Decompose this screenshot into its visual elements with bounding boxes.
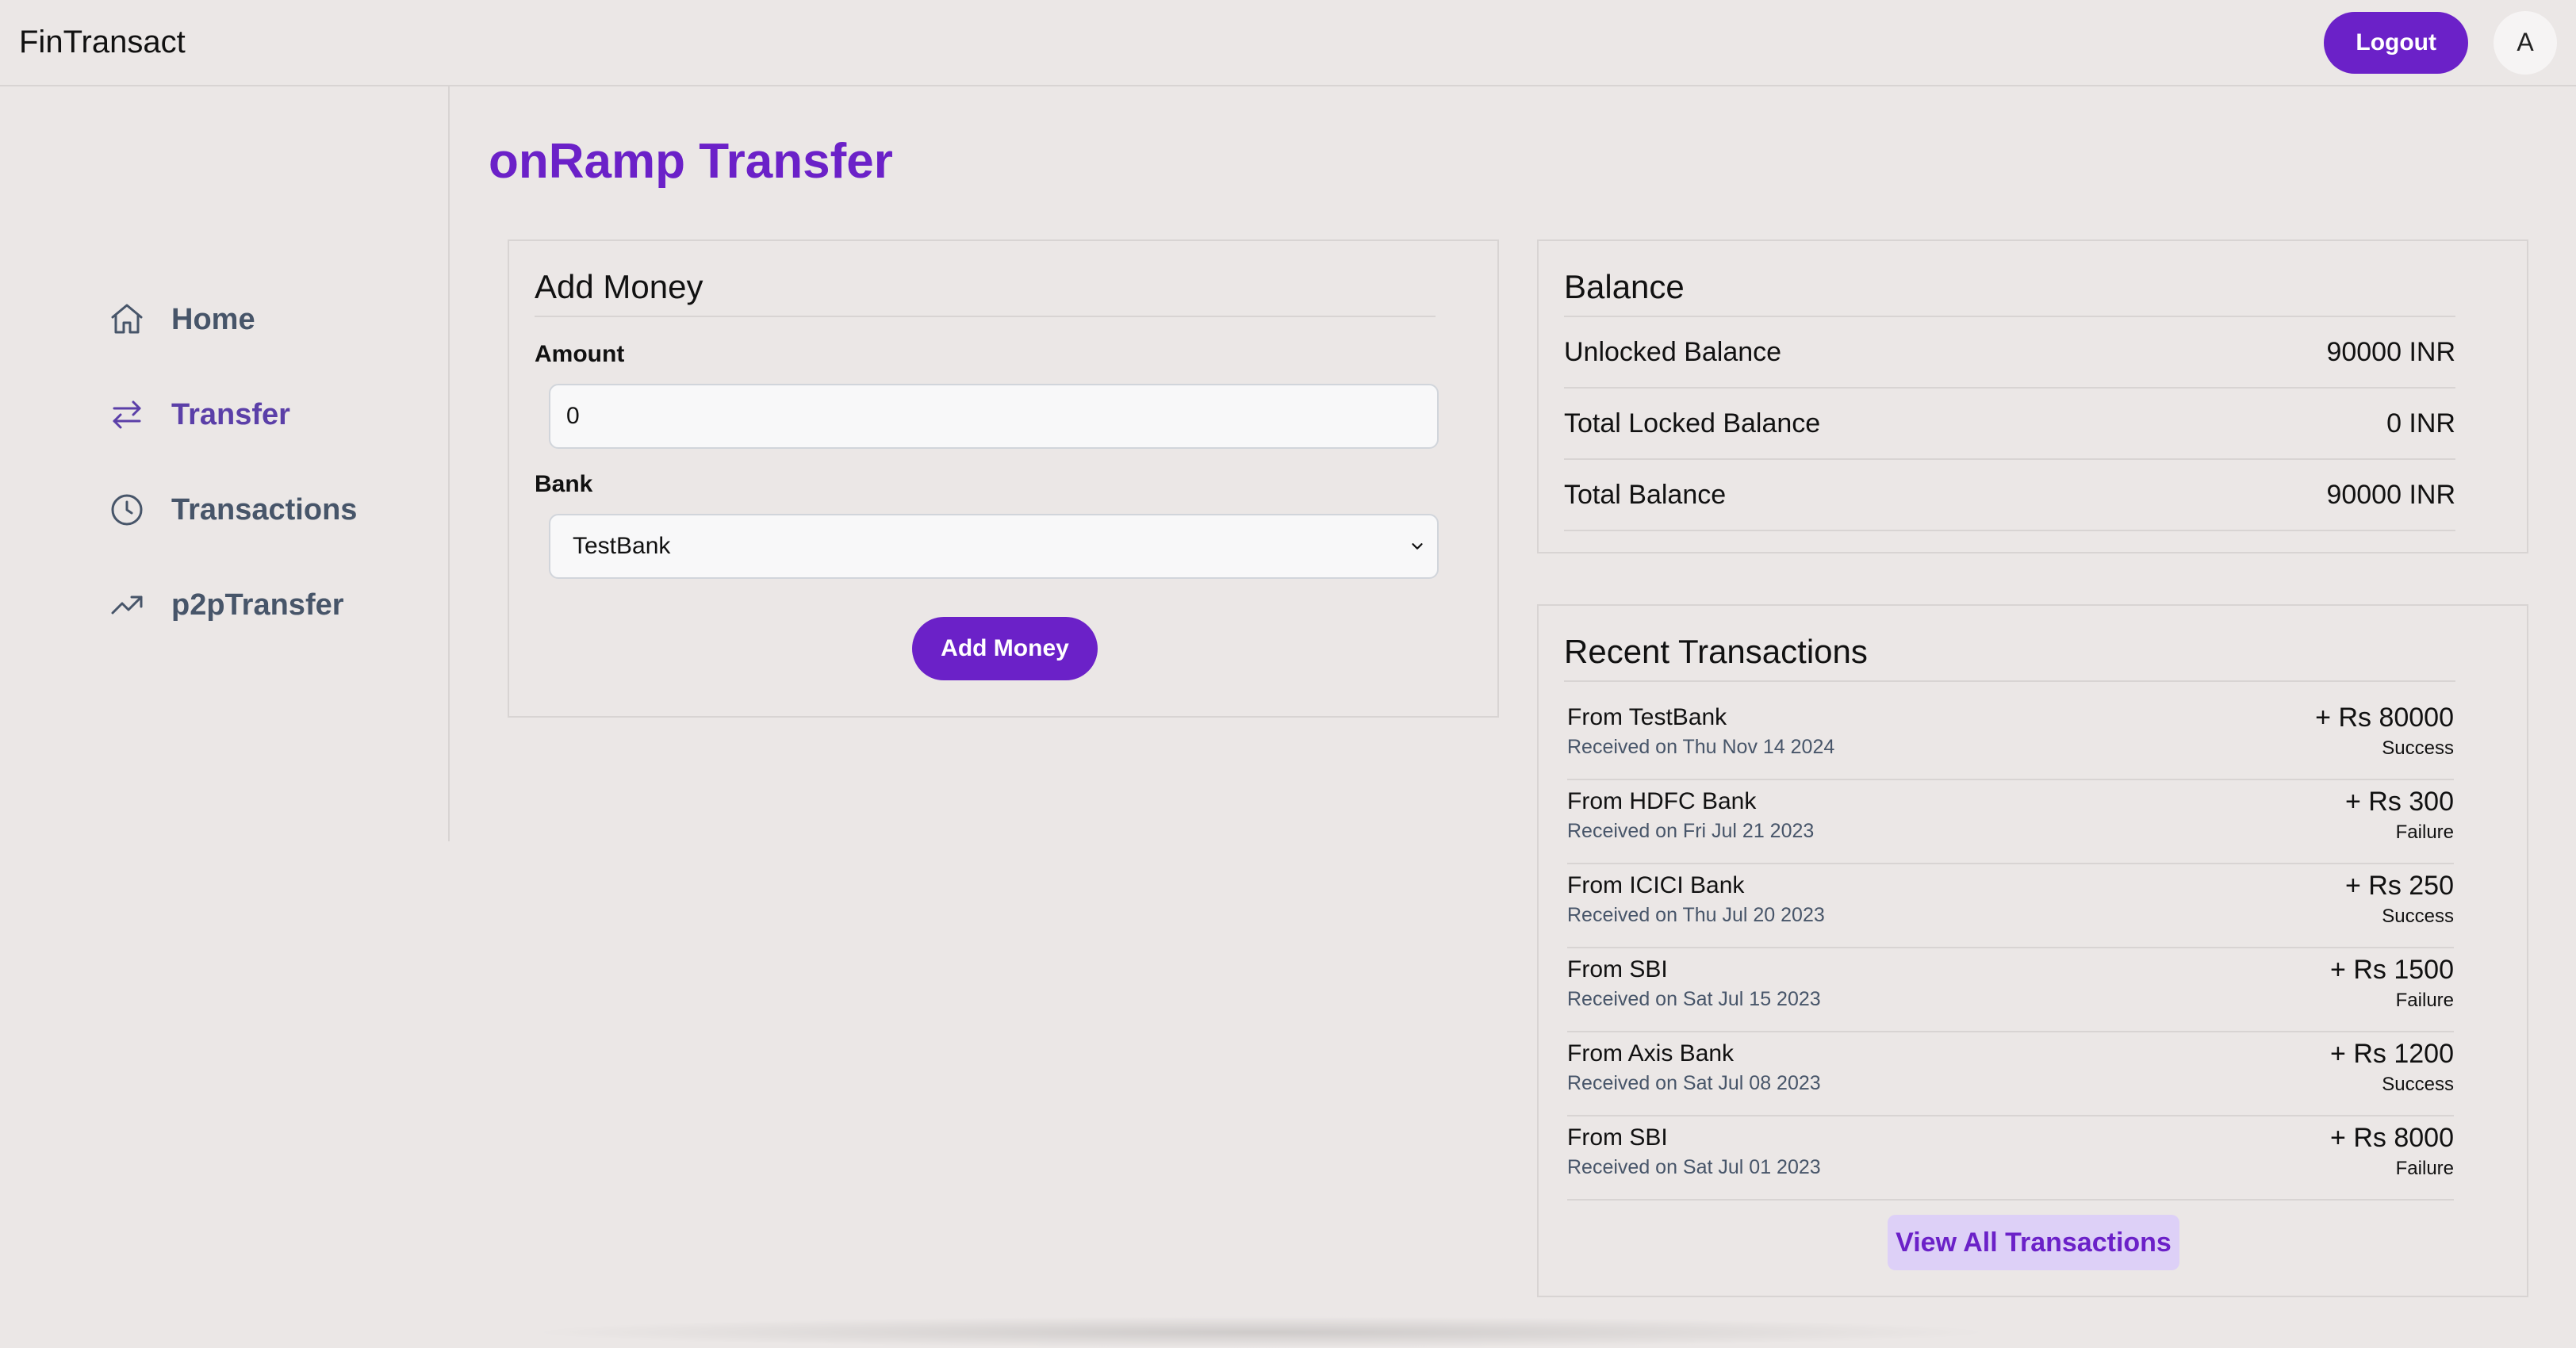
transaction-from: From SBI: [1567, 956, 1668, 982]
transaction-status: Success: [2382, 906, 2454, 927]
transaction-from: From Axis Bank: [1567, 1040, 1735, 1067]
amount-label: Amount: [535, 341, 625, 367]
transaction-date: Received on Thu Nov 14 2024: [1567, 736, 1835, 758]
sidebar: Home Transfer Transactions p2pTransfer: [0, 86, 450, 841]
balance-label: Total Locked Balance: [1564, 408, 1821, 438]
balance-row-locked: Total Locked Balance 0 INR: [1564, 389, 2455, 460]
transaction-from: From ICICI Bank: [1567, 872, 1745, 898]
sidebar-item-home[interactable]: Home: [108, 301, 255, 339]
sidebar-item-label: Home: [171, 302, 255, 336]
transaction-date: Received on Fri Jul 21 2023: [1567, 820, 1815, 842]
sidebar-item-transfer[interactable]: Transfer: [108, 396, 290, 434]
brand-logo: FinTransact: [19, 25, 186, 59]
balance-row-total: Total Balance 90000 INR: [1564, 460, 2455, 531]
transaction-from: From HDFC Bank: [1567, 788, 1757, 814]
transaction-row: From TestBank Received on Thu Nov 14 202…: [1567, 696, 2454, 780]
transaction-row: From ICICI Bank Received on Thu Jul 20 2…: [1567, 864, 2454, 948]
balance-label: Unlocked Balance: [1564, 336, 1782, 367]
transaction-row: From SBI Received on Sat Jul 15 2023 + R…: [1567, 948, 2454, 1032]
balance-title: Balance: [1564, 268, 2455, 317]
transaction-date: Received on Sat Jul 01 2023: [1567, 1156, 1821, 1178]
recent-transactions-card: Recent Transactions From TestBank Receiv…: [1537, 604, 2528, 1297]
transaction-from: From SBI: [1567, 1124, 1668, 1151]
sidebar-item-p2ptransfer[interactable]: p2pTransfer: [108, 586, 344, 624]
transaction-amount: + Rs 1500: [2330, 955, 2454, 985]
transaction-status: Failure: [2395, 821, 2454, 843]
balance-card: Balance Unlocked Balance 90000 INR Total…: [1537, 239, 2528, 553]
transaction-status: Success: [2382, 737, 2454, 759]
balance-row-unlocked: Unlocked Balance 90000 INR: [1564, 317, 2455, 389]
chevron-down-icon: [1412, 543, 1423, 550]
page-title: onRamp Transfer: [489, 134, 893, 189]
bottom-shadow: [523, 1316, 1999, 1348]
sidebar-item-transactions[interactable]: Transactions: [108, 491, 357, 529]
transfer-icon: [113, 400, 141, 429]
transaction-row: From Axis Bank Received on Sat Jul 08 20…: [1567, 1032, 2454, 1116]
clock-icon: [111, 494, 143, 526]
view-all-transactions-button[interactable]: View All Transactions: [1888, 1215, 2179, 1270]
transaction-status: Failure: [2395, 990, 2454, 1011]
transaction-row: From HDFC Bank Received on Fri Jul 21 20…: [1567, 780, 2454, 864]
add-money-card: Add Money Amount 0 Bank TestBank Add Mon…: [508, 239, 1499, 718]
transaction-date: Received on Thu Jul 20 2023: [1567, 904, 1825, 926]
transaction-amount: + Rs 80000: [2315, 703, 2454, 733]
trending-up-icon: [111, 595, 143, 615]
transaction-from: From TestBank: [1567, 704, 1727, 730]
bank-label: Bank: [535, 471, 593, 497]
amount-input[interactable]: 0: [549, 384, 1439, 449]
bank-select-value: TestBank: [573, 533, 671, 559]
balance-label: Total Balance: [1564, 479, 1727, 510]
transaction-date: Received on Sat Jul 15 2023: [1567, 988, 1821, 1010]
top-bar: FinTransact Logout A: [0, 0, 2576, 86]
transaction-amount: + Rs 250: [2344, 871, 2454, 901]
balance-value: 0 INR: [2386, 408, 2455, 438]
logout-button[interactable]: Logout: [2324, 11, 2468, 74]
recent-transactions-title: Recent Transactions: [1564, 633, 2455, 682]
add-money-button[interactable]: Add Money: [912, 617, 1098, 680]
sidebar-item-label: Transfer: [171, 397, 290, 431]
home-icon: [111, 304, 143, 334]
balance-value: 90000 INR: [2326, 336, 2455, 367]
sidebar-item-label: Transactions: [171, 492, 358, 527]
add-money-title: Add Money: [535, 268, 1436, 317]
balance-value: 90000 INR: [2326, 479, 2455, 510]
transaction-status: Success: [2382, 1074, 2454, 1095]
transaction-date: Received on Sat Jul 08 2023: [1567, 1072, 1821, 1094]
transaction-row: From SBI Received on Sat Jul 01 2023 + R…: [1567, 1116, 2454, 1201]
sidebar-item-label: p2pTransfer: [171, 588, 344, 622]
transaction-amount: + Rs 8000: [2330, 1123, 2454, 1153]
avatar[interactable]: A: [2494, 10, 2557, 75]
transaction-amount: + Rs 1200: [2330, 1039, 2454, 1069]
bank-select[interactable]: TestBank: [549, 514, 1439, 579]
transaction-amount: + Rs 300: [2344, 787, 2454, 817]
top-right-actions: Logout A: [2324, 10, 2557, 75]
transaction-status: Failure: [2395, 1158, 2454, 1179]
